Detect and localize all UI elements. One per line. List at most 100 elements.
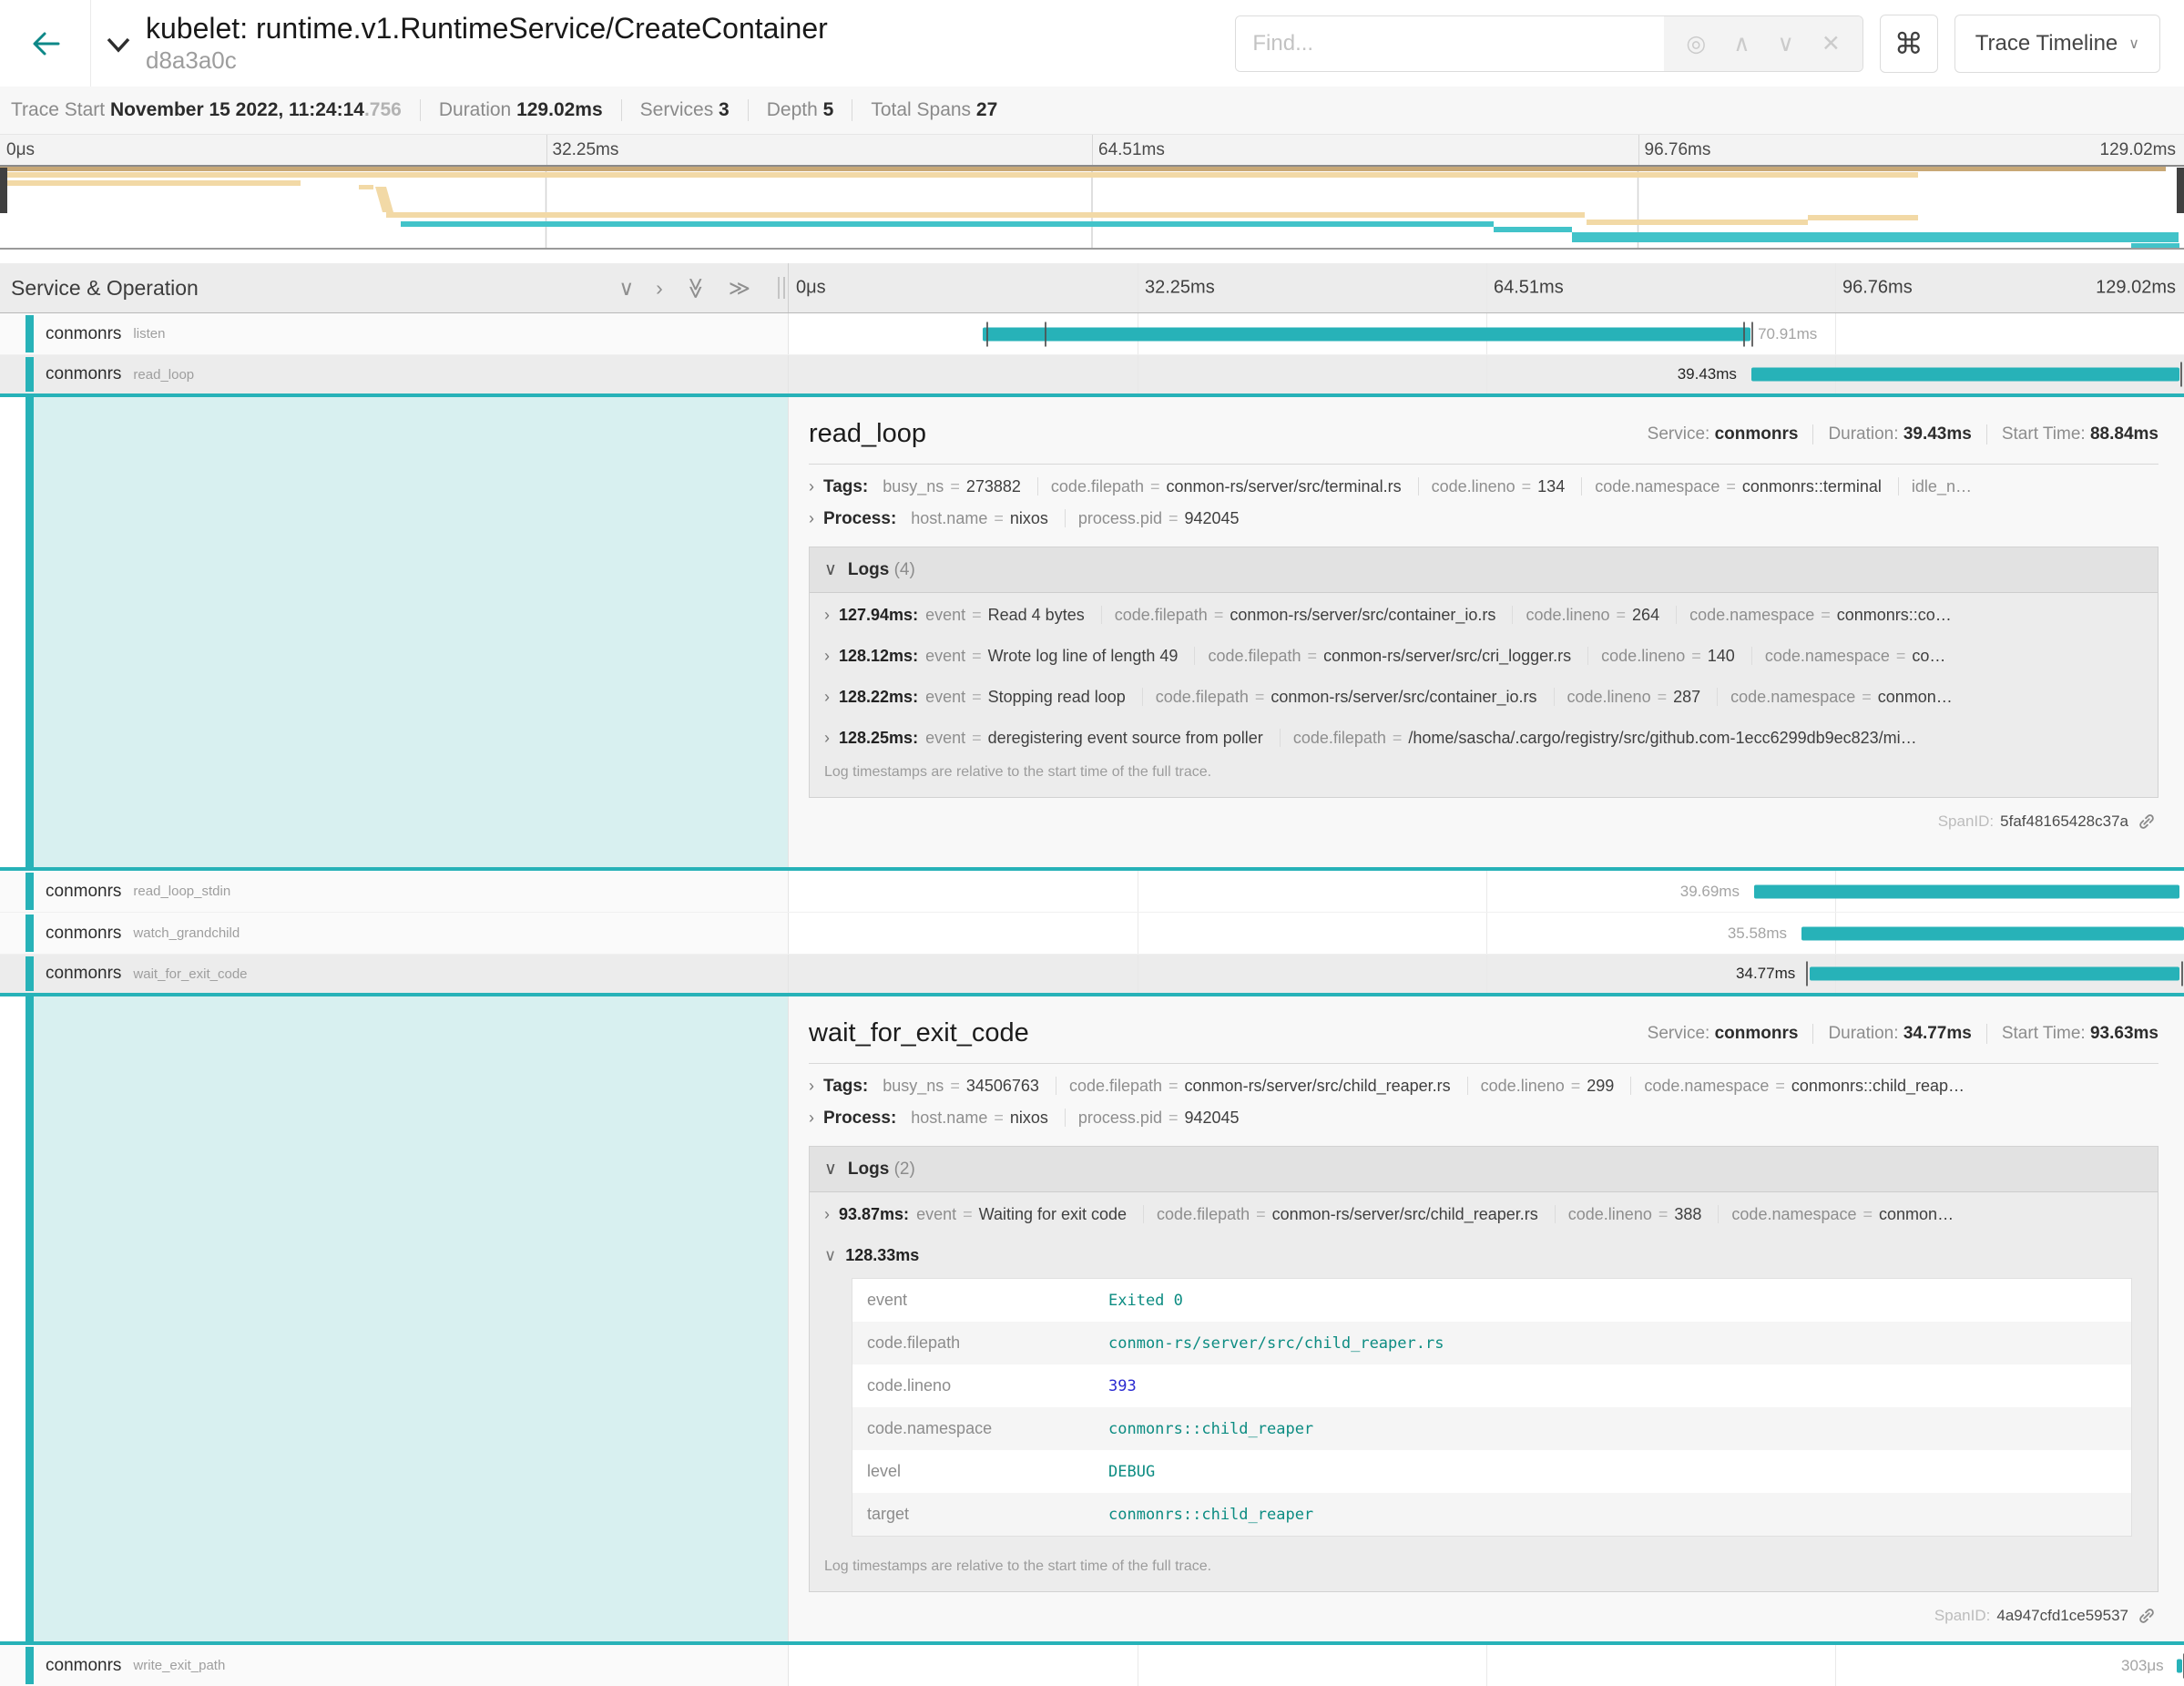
span-track[interactable]: 303μs <box>788 1645 2184 1686</box>
clear-search-icon[interactable]: ✕ <box>1822 30 1841 57</box>
log-entry[interactable]: › 127.94ms: eventRead 4 bytes code.filep… <box>810 593 2158 634</box>
field-row: target conmonrs::child_reaper <box>852 1493 2131 1536</box>
chevron-down-icon: ∨ <box>824 560 837 579</box>
span-bar[interactable] <box>2177 1659 2182 1672</box>
log-entry[interactable]: › 128.25ms: eventderegistering event sou… <box>810 716 2158 757</box>
process-row[interactable]: › Process: host.namenixos process.pid942… <box>809 500 2158 532</box>
collapse-one-icon[interactable]: ∨ <box>618 276 634 301</box>
span-track[interactable]: 34.77ms <box>788 955 2184 993</box>
summary-label: Duration <box>439 99 511 120</box>
log-fields-table: event Exited 0 code.filepath conmon-rs/s… <box>852 1278 2132 1537</box>
copy-link-icon[interactable] <box>2137 1606 2157 1626</box>
span-name-cell[interactable]: conmonrs read_loop <box>0 355 788 393</box>
span-name-cell[interactable]: conmonrs listen <box>0 313 788 354</box>
process-row[interactable]: › Process: host.namenixos process.pid942… <box>809 1099 2158 1131</box>
prev-match-icon[interactable]: ∧ <box>1733 30 1750 57</box>
focus-match-icon[interactable]: ◎ <box>1686 30 1706 57</box>
duration-value: 34.77ms <box>1903 1024 1972 1043</box>
span-bar[interactable] <box>1751 368 2179 382</box>
span-track[interactable]: 70.91ms <box>788 313 2184 354</box>
service-color-bar <box>26 397 34 867</box>
service-color-bar <box>26 315 34 353</box>
summary-value: 27 <box>976 99 997 120</box>
span-bar[interactable] <box>1810 967 2179 981</box>
view-selector-button[interactable]: Trace Timeline ∨ <box>1954 15 2160 73</box>
copy-link-icon[interactable] <box>2137 812 2157 832</box>
minimap-ruler: 0μs 32.25ms 64.51ms 96.76ms 129.02ms <box>0 135 2184 165</box>
service-name: conmonrs <box>46 1656 121 1676</box>
span-name-cell[interactable]: conmonrs watch_grandchild <box>0 913 788 954</box>
span-name-cell[interactable]: conmonrs read_loop_stdin <box>0 871 788 912</box>
span-bar[interactable] <box>1801 926 2184 940</box>
log-entry[interactable]: ∨ 128.33ms <box>810 1233 2158 1551</box>
log-chevron-icon: › <box>824 606 830 625</box>
gridline <box>1486 871 1487 912</box>
detail-indent-column <box>0 996 788 1641</box>
keyboard-shortcuts-button[interactable]: ⌘ <box>1880 15 1938 73</box>
tags-row[interactable]: › Tags: busy_ns34506763 code.filepathcon… <box>809 1068 2158 1099</box>
span-track[interactable]: 35.58ms <box>788 913 2184 954</box>
logs-section: ∨Logs (2) › 93.87ms: <box>809 1146 2158 1592</box>
operation-name: wait_for_exit_code <box>133 966 247 982</box>
summary-value: 3 <box>719 99 730 120</box>
span-meta: Service: conmonrs Duration: 39.43ms Star… <box>1648 424 2158 444</box>
log-entry[interactable]: › 128.22ms: eventStopping read loop code… <box>810 675 2158 716</box>
span-row[interactable]: conmonrs watch_grandchild 35.58ms <box>0 913 2184 955</box>
log-entry[interactable]: › 93.87ms: eventWaiting for exit code co… <box>810 1192 2158 1233</box>
span-row[interactable]: conmonrs write_exit_path 303μs <box>0 1645 2184 1686</box>
back-button[interactable] <box>0 0 91 87</box>
expand-all-icon[interactable]: ≫ <box>729 276 750 301</box>
log-kv: code.lineno287 <box>1554 688 1701 706</box>
span-row[interactable]: conmonrs listen 70.91ms <box>0 313 2184 355</box>
logs-header[interactable]: ∨Logs (4) <box>810 547 2158 593</box>
log-kv: code.namespaceconmon… <box>1717 688 1953 706</box>
duration-label: Duration: <box>1828 1024 1898 1043</box>
logs-header[interactable]: ∨Logs (2) <box>810 1147 2158 1192</box>
table-header: Service & Operation ∨ › ≫ ≫ 0μs 32.25ms … <box>0 263 2184 313</box>
trace-minimap[interactable] <box>0 165 2184 250</box>
span-track[interactable]: 39.69ms <box>788 871 2184 912</box>
span-bar[interactable] <box>983 327 1750 341</box>
next-match-icon[interactable]: ∨ <box>1778 30 1794 57</box>
span-bar[interactable] <box>1754 884 2179 898</box>
time-tick-label: 32.25ms <box>1138 278 1215 299</box>
span-row[interactable]: conmonrs wait_for_exit_code 34.77ms <box>0 955 2184 996</box>
log-chevron-icon: › <box>824 647 830 666</box>
tag-kv: busy_ns273882 <box>883 477 1021 496</box>
service-color-bar <box>26 996 34 1641</box>
column-resizer[interactable] <box>778 277 785 299</box>
collapse-all-icon[interactable]: ≫ <box>683 277 708 299</box>
span-detail-panel: wait_for_exit_code Service: conmonrs Dur… <box>0 996 2184 1645</box>
expand-one-icon[interactable]: › <box>656 276 663 301</box>
find-input[interactable] <box>1236 16 1664 71</box>
service-value: conmonrs <box>1715 424 1799 444</box>
chevron-down-icon: ∨ <box>824 1160 837 1179</box>
summary-value-suffix: .756 <box>364 99 402 120</box>
process-kv: process.pid942045 <box>1065 1109 1240 1127</box>
log-chevron-icon: › <box>824 688 830 707</box>
span-row[interactable]: conmonrs read_loop 39.43ms <box>0 355 2184 397</box>
service-color-bar <box>26 357 34 392</box>
summary-item: Depth 5 <box>748 99 834 121</box>
span-duration-label: 70.91ms <box>1751 325 1823 343</box>
duration-label: Duration: <box>1828 424 1898 444</box>
span-track[interactable]: 39.43ms <box>788 355 2184 393</box>
field-row: code.namespace conmonrs::child_reaper <box>852 1407 2131 1450</box>
span-row[interactable]: conmonrs read_loop_stdin 39.69ms <box>0 871 2184 913</box>
summary-label: Trace Start <box>11 99 105 120</box>
log-marker-tick <box>1743 322 1745 346</box>
start-time-label: Start Time: <box>2002 424 2086 444</box>
logs-count: (4) <box>894 560 915 579</box>
log-entry[interactable]: › 128.12ms: eventWrote log line of lengt… <box>810 634 2158 675</box>
span-name-cell[interactable]: conmonrs wait_for_exit_code <box>0 955 788 993</box>
detail-highlight-backdrop <box>34 996 788 1641</box>
log-chevron-icon: ∨ <box>824 1246 836 1265</box>
logs-count: (2) <box>894 1160 915 1179</box>
span-name-cell[interactable]: conmonrs write_exit_path <box>0 1645 788 1686</box>
span-list: conmonrs listen 70.91ms <box>0 313 2184 1686</box>
time-tick-label: 129.02ms <box>2088 278 2176 299</box>
span-duration-label: 39.43ms <box>1671 365 1743 383</box>
operation-name: watch_grandchild <box>133 925 240 941</box>
collapse-header-icon[interactable] <box>106 36 131 57</box>
tags-row[interactable]: › Tags: busy_ns273882 code.filepathconmo… <box>809 468 2158 500</box>
